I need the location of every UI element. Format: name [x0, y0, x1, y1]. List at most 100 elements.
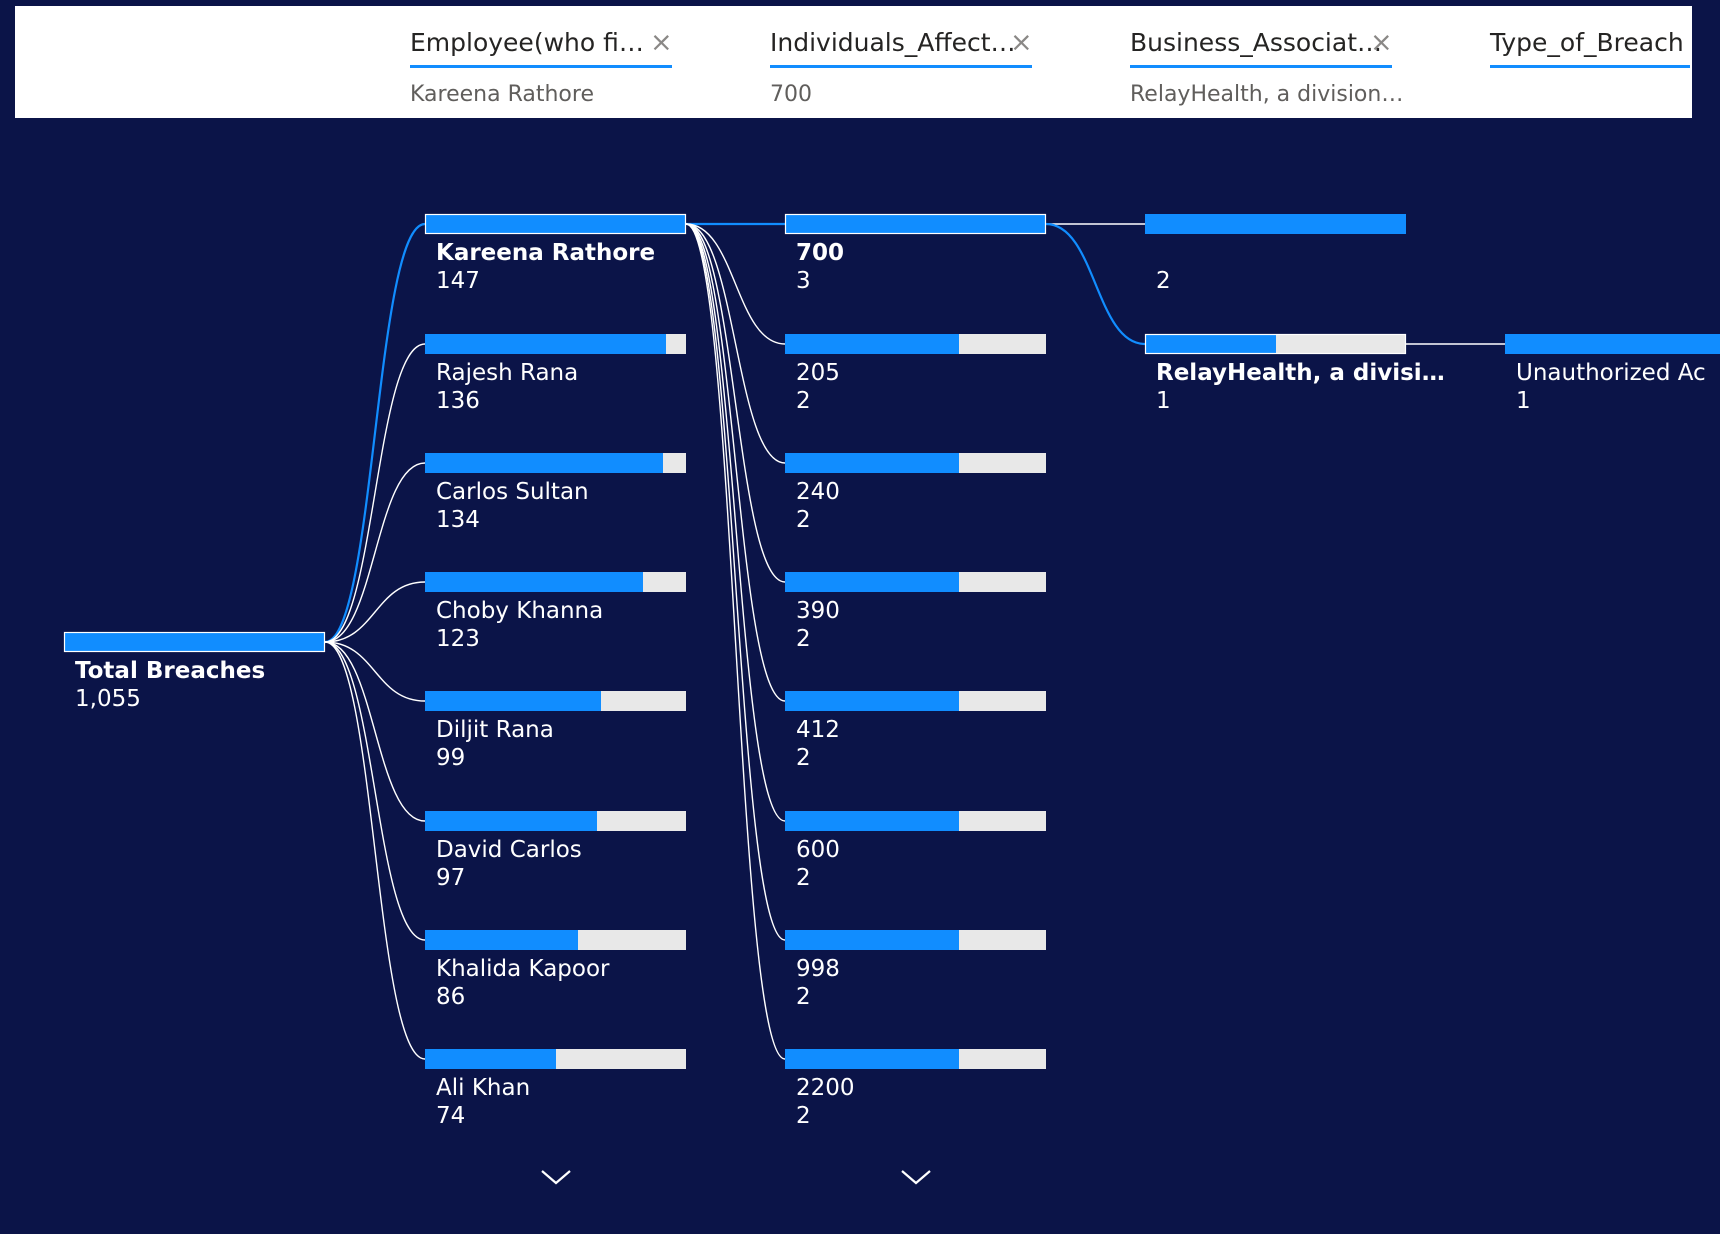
link-l1-l2-5 — [685, 223, 786, 822]
header-column-value: 700 — [770, 82, 812, 107]
level3-node-1-bar-fill — [1145, 334, 1276, 354]
level1-node-3-label: Choby Khanna — [436, 598, 604, 624]
level1-node-2-bar[interactable] — [425, 453, 686, 473]
level2-node-7-value: 2 — [796, 1103, 811, 1129]
level3-node-1-value: 1 — [1156, 388, 1171, 414]
link-l2-l3-1 — [1045, 222, 1146, 346]
level2-node-5-bar[interactable] — [785, 811, 1046, 831]
level2-node-7-bar[interactable] — [785, 1049, 1046, 1069]
level2-node-2-label: 240 — [796, 479, 840, 505]
level1-node-7-bar-fill — [425, 1049, 556, 1069]
root-node-label: Total Breaches — [75, 658, 266, 684]
level1-node-5-value: 97 — [436, 865, 466, 891]
level2-node-1-value: 2 — [796, 388, 811, 414]
level1-node-5-label: David Carlos — [436, 837, 582, 863]
level3-node-0-bar-fill — [1145, 214, 1406, 234]
level1-node-6-value: 86 — [436, 984, 466, 1010]
level2-node-7-bar-fill — [785, 1049, 959, 1069]
header-column-value: RelayHealth, a division… — [1130, 82, 1404, 107]
level2-node-6-bar[interactable] — [785, 930, 1046, 950]
level2-node-5-value: 2 — [796, 865, 811, 891]
level2-node-3-bar[interactable] — [785, 572, 1046, 592]
link-root-l1-6 — [324, 641, 426, 941]
header-column-value: Kareena Rathore — [410, 82, 594, 107]
level1-node-6-label: Khalida Kapoor — [436, 956, 610, 982]
root-node-bar-fill — [64, 632, 325, 652]
level2-node-4-bar-fill — [785, 691, 959, 711]
level1-node-4-bar-fill — [425, 691, 601, 711]
level2-node-0-value: 3 — [796, 268, 811, 294]
close-icon[interactable]: × — [1010, 28, 1033, 58]
level1-node-7-bar[interactable] — [425, 1049, 686, 1069]
link-l1-l2-2 — [685, 223, 786, 464]
level4-node-0-bar[interactable] — [1505, 334, 1720, 354]
level1-node-2-value: 134 — [436, 507, 480, 533]
level2-node-3-value: 2 — [796, 626, 811, 652]
level2-node-4-bar[interactable] — [785, 691, 1046, 711]
chevron-down-icon[interactable] — [900, 1167, 932, 1187]
level1-node-7-label: Ali Khan — [436, 1075, 531, 1101]
level2-node-2-bar-fill — [785, 453, 959, 473]
level1-node-1-label: Rajesh Rana — [436, 360, 579, 386]
level2-node-0-bar[interactable] — [784, 213, 1047, 235]
level4-node-0-bar-fill — [1505, 334, 1720, 354]
header-column-underline — [1130, 65, 1392, 68]
level2-node-6-bar-fill — [785, 930, 959, 950]
level1-node-4-value: 99 — [436, 745, 466, 771]
level1-node-3-bar-fill — [425, 572, 643, 592]
level2-node-0-label: 700 — [796, 240, 845, 266]
link-root-l1-0 — [324, 222, 426, 644]
level2-node-3-bar-fill — [785, 572, 959, 592]
link-l1-l2-7 — [685, 223, 786, 1060]
level1-node-0-label: Kareena Rathore — [436, 240, 656, 266]
level2-node-0-bar-fill — [785, 214, 1046, 234]
header-column-underline — [770, 65, 1032, 68]
level2-node-1-label: 205 — [796, 360, 840, 386]
header-column-title: Employee(who fi… — [410, 28, 644, 57]
level1-node-2-bar-fill — [425, 453, 663, 473]
close-icon[interactable]: × — [1370, 28, 1393, 58]
header-bar: Employee(who fi… × Kareena Rathore Individu… — [15, 6, 1692, 118]
level3-node-0-value: 2 — [1156, 268, 1171, 294]
level3-node-1-bar[interactable] — [1144, 333, 1407, 355]
level2-node-1-bar[interactable] — [785, 334, 1046, 354]
level2-node-7-label: 2200 — [796, 1075, 855, 1101]
chevron-down-icon[interactable] — [540, 1167, 572, 1187]
header-column-underline — [410, 65, 672, 68]
header-column-title: Business_Associat… — [1130, 28, 1383, 57]
level1-node-3-bar[interactable] — [425, 572, 686, 592]
level1-node-0-bar[interactable] — [424, 213, 687, 235]
link-root-l1-7 — [324, 641, 426, 1060]
level2-node-6-label: 998 — [796, 956, 840, 982]
level1-node-5-bar-fill — [425, 811, 597, 831]
link-l1-l2-6 — [685, 223, 786, 941]
level1-node-5-bar[interactable] — [425, 811, 686, 831]
level1-node-6-bar-fill — [425, 930, 578, 950]
level2-node-4-label: 412 — [796, 717, 840, 743]
link-root-l1-4 — [324, 641, 426, 702]
level4-node-0-value: 1 — [1516, 388, 1531, 414]
level1-node-1-value: 136 — [436, 388, 480, 414]
level1-node-0-bar-fill — [425, 214, 686, 234]
root-node-bar[interactable] — [63, 631, 326, 653]
link-l1-l2-4 — [685, 223, 786, 702]
level1-node-4-label: Diljit Rana — [436, 717, 554, 743]
header-column-title: Type_of_Breach — [1490, 28, 1684, 57]
level1-node-0-value: 147 — [436, 268, 480, 294]
level1-node-4-bar[interactable] — [425, 691, 686, 711]
level1-node-1-bar-fill — [425, 334, 666, 354]
level1-node-3-value: 123 — [436, 626, 480, 652]
level2-node-3-label: 390 — [796, 598, 840, 624]
header-column-title: Individuals_Affect… — [770, 28, 1016, 57]
header-column-underline — [1490, 65, 1690, 68]
root-node-value: 1,055 — [75, 686, 141, 712]
close-icon[interactable]: × — [650, 28, 673, 58]
level1-node-6-bar[interactable] — [425, 930, 686, 950]
link-root-l1-1 — [324, 343, 426, 643]
link-root-l1-3 — [324, 581, 426, 643]
level2-node-2-bar[interactable] — [785, 453, 1046, 473]
level2-node-6-value: 2 — [796, 984, 811, 1010]
level1-node-1-bar[interactable] — [425, 334, 686, 354]
level3-node-1-label: RelayHealth, a divisi… — [1156, 360, 1445, 386]
level3-node-0-bar[interactable] — [1145, 214, 1406, 234]
